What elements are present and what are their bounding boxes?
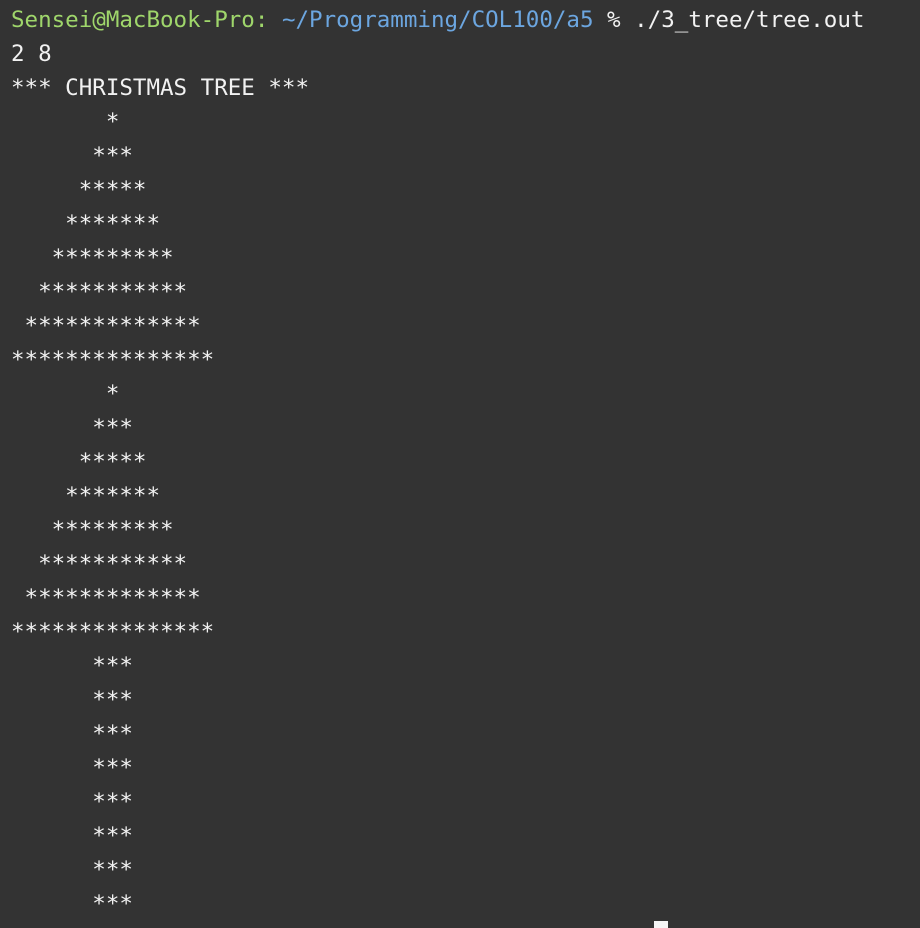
output-line: ***: [11, 653, 133, 679]
terminal-window[interactable]: Sensei@MacBook-Pro: ~/Programming/COL100…: [0, 0, 920, 928]
prompt-path: ~/Programming/COL100/a5: [281, 7, 594, 33]
output-line: *****: [11, 449, 147, 475]
output-line: *: [11, 109, 120, 135]
text-cursor: [654, 921, 668, 928]
prompt-command: % ./3_tree/tree.out: [593, 7, 865, 33]
output-line: ***: [11, 721, 133, 747]
output-line: *******: [11, 483, 161, 509]
output-line: ***********: [11, 551, 188, 577]
output-line: *: [11, 381, 120, 407]
input-line: 2 8: [11, 41, 52, 67]
output-line: *********: [11, 517, 174, 543]
output-line: ***************: [11, 347, 215, 373]
tree-output: * *** ***** ******* ********* **********…: [11, 105, 864, 921]
prompt-user-host: Sensei@MacBook-Pro:: [11, 7, 269, 33]
header-line: *** CHRISTMAS TREE ***: [11, 75, 310, 101]
output-line: *************: [11, 313, 201, 339]
output-line: *******: [11, 211, 161, 237]
command-prompt-line: Sensei@MacBook-Pro: ~/Programming/COL100…: [11, 3, 864, 37]
output-line: *********: [11, 245, 174, 271]
output-line: ***: [11, 415, 133, 441]
output-line: ***************: [11, 619, 215, 645]
output-line: ***: [11, 891, 133, 917]
output-line: *****: [11, 177, 147, 203]
terminal-output: Sensei@MacBook-Pro: ~/Programming/COL100…: [11, 3, 864, 921]
output-line: ***: [11, 823, 133, 849]
output-line: ***: [11, 143, 133, 169]
output-line: *************: [11, 585, 201, 611]
output-line: ***********: [11, 279, 188, 305]
output-line: ***: [11, 687, 133, 713]
output-line: ***: [11, 789, 133, 815]
output-line: ***: [11, 857, 133, 883]
output-line: ***: [11, 755, 133, 781]
